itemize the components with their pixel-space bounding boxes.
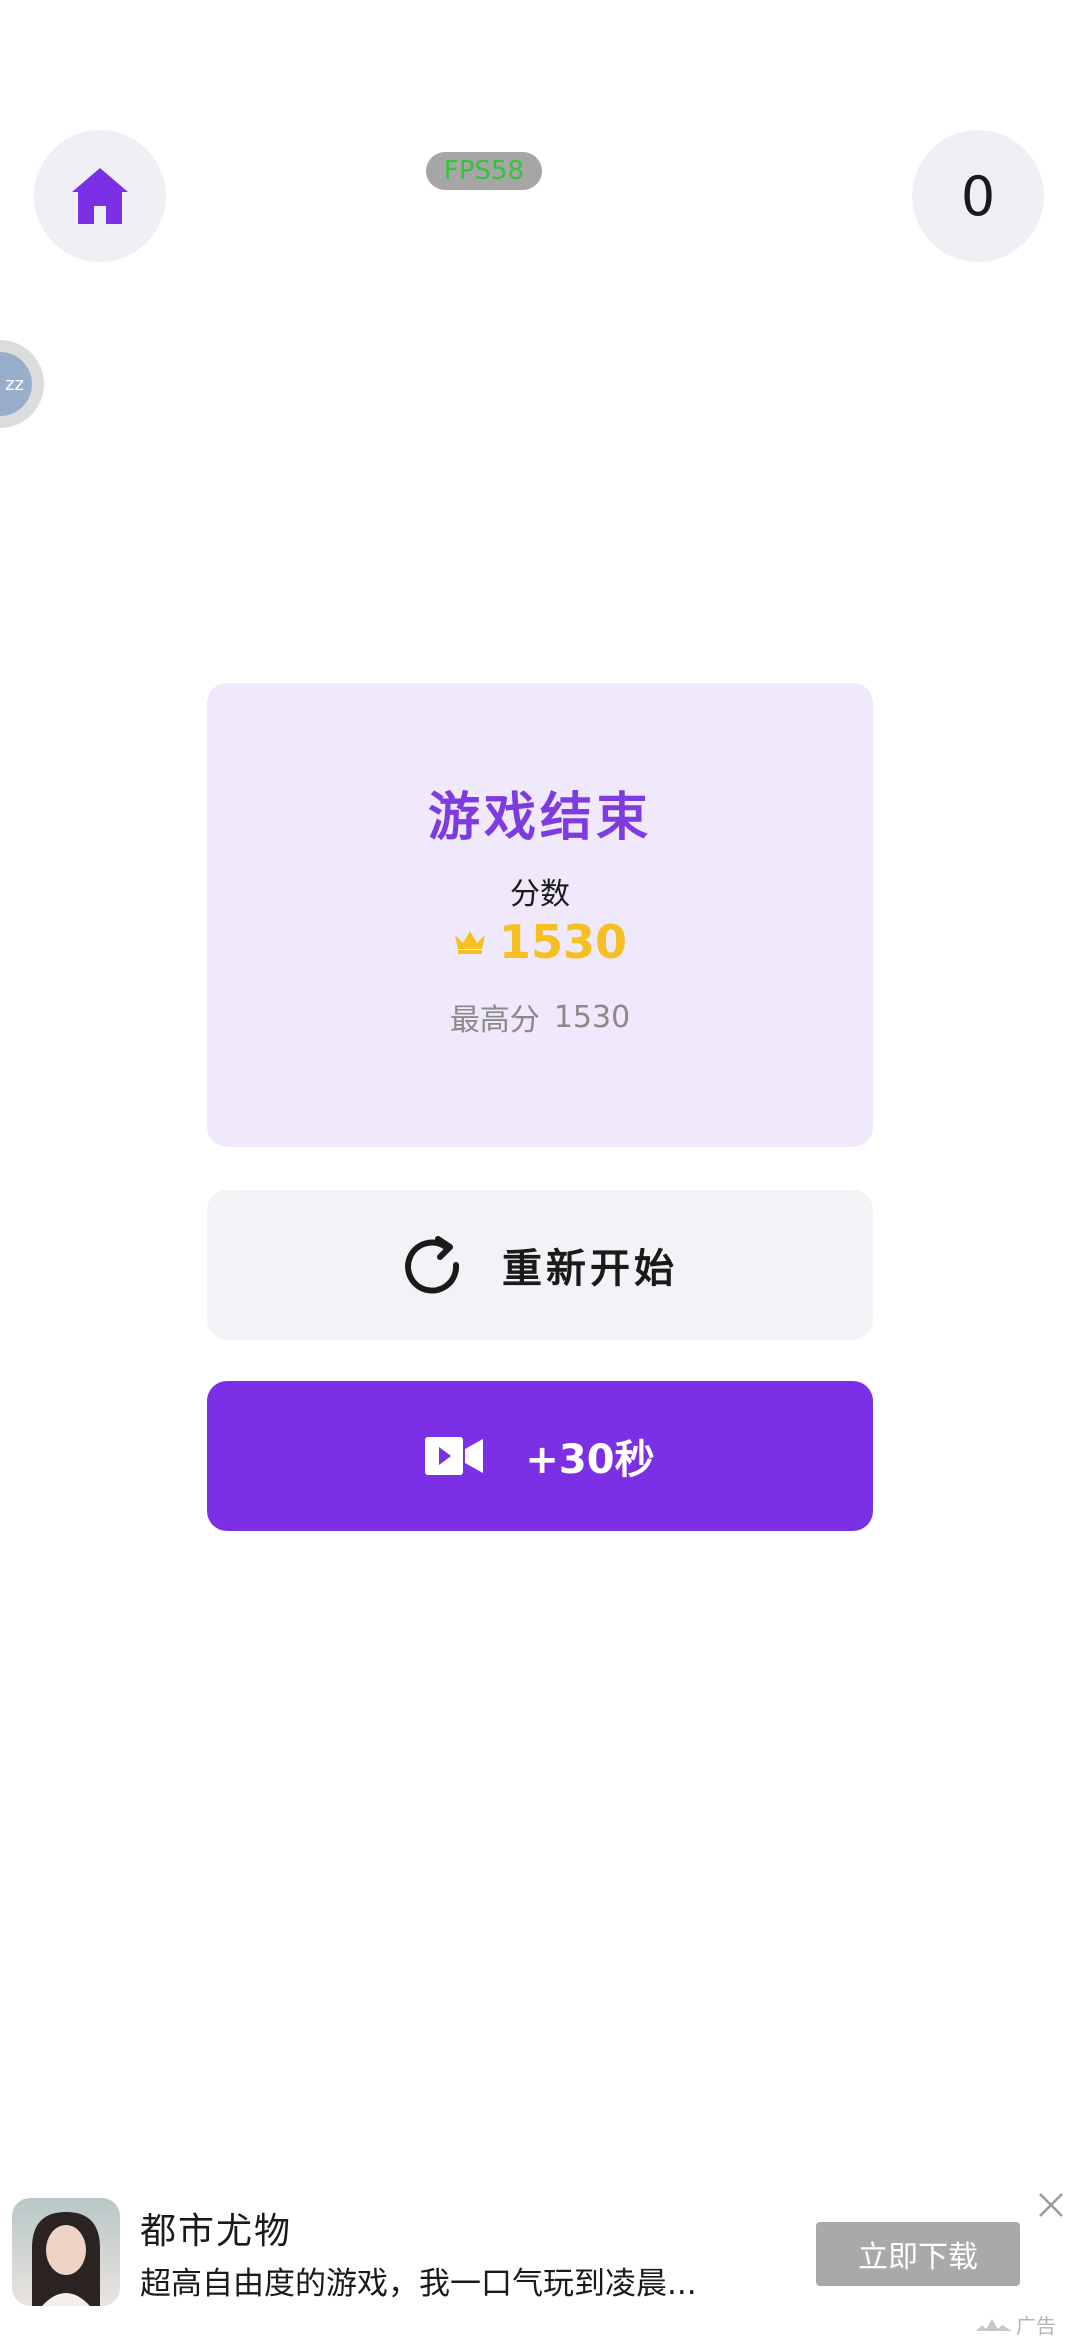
home-icon	[72, 168, 128, 224]
ad-thumbnail[interactable]	[12, 2198, 120, 2306]
best-score-row: 最高分 1530	[207, 995, 873, 1039]
ad-thumbnail-image	[12, 2198, 120, 2306]
fps-counter: FPS58	[426, 152, 542, 190]
game-over-title: 游戏结束	[427, 788, 652, 848]
ad-title: 都市尤物	[140, 2211, 293, 2252]
restart-label: 重新开始	[502, 1246, 678, 1292]
ad-tag-label: 广告	[1016, 2314, 1056, 2338]
ad-tag: 广告	[976, 2310, 1056, 2339]
fps-label: FPS58	[443, 156, 525, 186]
floating-assistant-bubble[interactable]: zz	[0, 340, 44, 428]
ad-banner[interactable]: 都市尤物 超高自由度的游戏，我一口气玩到凌晨... 立即下载 广告	[0, 2190, 1080, 2340]
best-score-value: 1530	[553, 999, 631, 1035]
floating-bubble-text: zz	[5, 373, 24, 395]
crown-icon	[454, 931, 485, 954]
bonus-label: +30秒	[525, 1437, 655, 1483]
ad-download-button[interactable]: 立即下载	[816, 2222, 1020, 2286]
watch-video-bonus-button[interactable]: +30秒	[207, 1381, 873, 1531]
video-camera-icon	[425, 1437, 484, 1475]
score-row: 1530	[207, 915, 873, 969]
final-score-value: 1530	[498, 915, 628, 969]
close-icon[interactable]	[1036, 2190, 1066, 2220]
refresh-icon	[405, 1236, 460, 1294]
best-score-label: 最高分	[449, 1003, 540, 1038]
score-label: 分数	[510, 877, 570, 912]
restart-button[interactable]: 重新开始	[207, 1190, 873, 1340]
floating-bubble-inner: zz	[0, 352, 32, 416]
ad-logo-icon	[976, 2318, 1012, 2331]
game-over-card: 游戏结束 分数 1530 最高分 1530	[207, 683, 873, 1147]
score-counter: 0	[912, 130, 1044, 262]
home-button[interactable]	[34, 130, 166, 262]
ad-description: 超高自由度的游戏，我一口气玩到凌晨...	[140, 2266, 697, 2302]
score-counter-value: 0	[960, 164, 996, 228]
